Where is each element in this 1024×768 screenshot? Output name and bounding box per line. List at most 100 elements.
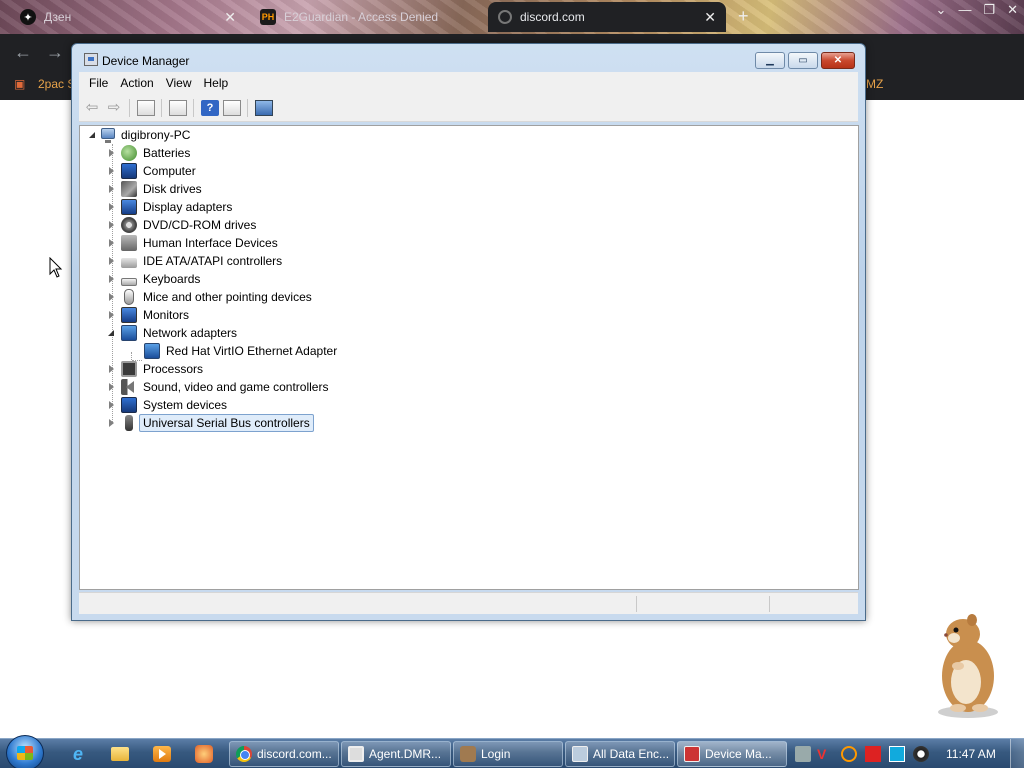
close-icon[interactable]: ✕ xyxy=(1007,2,1018,18)
device-tree-pane[interactable]: digibrony-PC Batteries Computer Disk dri… xyxy=(79,125,859,590)
taskbar-clock[interactable]: 11:47 AM xyxy=(946,747,996,761)
tree-node-monitors[interactable]: Monitors xyxy=(106,306,189,324)
collapsed-arrow-icon[interactable] xyxy=(109,167,114,175)
tree-node-dvd-drives[interactable]: DVD/CD-ROM drives xyxy=(106,216,256,234)
tree-node-label: Batteries xyxy=(143,146,191,160)
monitor-icon xyxy=(121,307,137,323)
display-tray-icon[interactable] xyxy=(889,746,905,762)
new-tab-icon[interactable]: + xyxy=(738,6,749,27)
tree-node-hid[interactable]: Human Interface Devices xyxy=(106,234,278,252)
tree-node-label: Network adapters xyxy=(143,326,238,340)
collapsed-arrow-icon[interactable] xyxy=(109,401,114,409)
tree-node-keyboards[interactable]: Keyboards xyxy=(106,270,200,288)
close-tab-icon[interactable]: ✕ xyxy=(224,9,236,26)
maximize-button[interactable]: ▭ xyxy=(788,52,818,69)
tree-node-system-devices[interactable]: System devices xyxy=(106,396,227,414)
help-icon[interactable]: ? xyxy=(201,100,219,116)
collapsed-arrow-icon[interactable] xyxy=(109,221,114,229)
collapsed-arrow-icon[interactable] xyxy=(109,257,114,265)
antivirus-tray-icon[interactable]: V xyxy=(817,746,833,762)
browser-tab-e2guardian[interactable]: PH E2Guardian - Access Denied xyxy=(250,2,486,32)
task-agent-dmr[interactable]: Agent.DMR... xyxy=(341,741,451,767)
show-hide-console-tree-icon[interactable] xyxy=(137,100,155,116)
tree-node-disk-drives[interactable]: Disk drives xyxy=(106,180,202,198)
pinned-explorer[interactable] xyxy=(108,743,132,765)
forward-arrow-icon[interactable]: → xyxy=(46,42,64,63)
task-login[interactable]: Login xyxy=(453,741,563,767)
tree-root[interactable]: digibrony-PC xyxy=(88,126,190,144)
volume-tray-icon[interactable] xyxy=(913,746,929,762)
collapsed-arrow-icon[interactable] xyxy=(109,275,114,283)
collapsed-arrow-icon[interactable] xyxy=(109,365,114,373)
network-tray-icon[interactable] xyxy=(795,746,811,762)
device-manager-window: Device Manager ▁ ▭ ✕ File Action View He… xyxy=(71,43,866,621)
bookmark-mz[interactable]: MZ xyxy=(866,77,883,91)
start-button[interactable] xyxy=(6,735,44,768)
computer-icon xyxy=(121,163,137,179)
pinned-media[interactable] xyxy=(150,743,174,765)
toolbar-separator xyxy=(247,99,248,117)
collapsed-arrow-icon[interactable] xyxy=(109,293,114,301)
tree-node-batteries[interactable]: Batteries xyxy=(106,144,190,162)
tree-node-mice[interactable]: Mice and other pointing devices xyxy=(106,288,312,306)
properties-icon[interactable] xyxy=(169,100,187,116)
system-device-icon xyxy=(121,397,137,413)
menu-view[interactable]: View xyxy=(160,76,198,90)
battery-icon xyxy=(121,145,137,161)
back-arrow-icon[interactable]: ← xyxy=(14,42,32,63)
browser-tab-discord[interactable]: discord.com ✕ xyxy=(488,2,726,32)
expanded-arrow-icon[interactable] xyxy=(108,330,114,336)
minimize-button[interactable]: ▁ xyxy=(755,52,785,69)
collapsed-arrow-icon[interactable] xyxy=(109,203,114,211)
collapsed-arrow-icon[interactable] xyxy=(109,185,114,193)
collapsed-arrow-icon[interactable] xyxy=(109,149,114,157)
chrome-icon xyxy=(236,746,252,762)
task-label: Agent.DMR... xyxy=(369,747,442,761)
menu-help[interactable]: Help xyxy=(198,76,235,90)
browser-tab-dzen[interactable]: ✦ Дзен ✕ xyxy=(10,2,246,32)
forward-icon[interactable]: ⇨ xyxy=(105,100,123,116)
restore-icon[interactable]: ❐ xyxy=(983,2,995,18)
task-all-data[interactable]: All Data Enc... xyxy=(565,741,675,767)
hamster-desktop-pet[interactable] xyxy=(918,610,1014,722)
collapsed-arrow-icon[interactable] xyxy=(109,239,114,247)
expanded-arrow-icon[interactable] xyxy=(89,132,95,138)
flag-tray-icon[interactable] xyxy=(865,746,881,762)
tree-node-usb-controllers[interactable]: Universal Serial Bus controllers xyxy=(106,414,314,432)
back-icon[interactable]: ⇦ xyxy=(83,100,101,116)
collapsed-arrow-icon[interactable] xyxy=(109,383,114,391)
bookmark-2pac[interactable]: 2pac S xyxy=(38,77,75,91)
task-device-manager[interactable]: Device Ma... xyxy=(677,741,787,767)
tree-leaf-virtio-adapter[interactable]: Red Hat VirtIO Ethernet Adapter xyxy=(144,342,337,360)
task-discord-chrome[interactable]: discord.com... xyxy=(229,741,339,767)
mouse-icon xyxy=(124,289,134,305)
action-pane-icon[interactable] xyxy=(223,100,241,116)
windows-logo-icon xyxy=(17,746,33,760)
tree-node-ide-controllers[interactable]: IDE ATA/ATAPI controllers xyxy=(106,252,282,270)
collapsed-arrow-icon[interactable] xyxy=(109,419,114,427)
chevron-down-icon[interactable]: ⌄ xyxy=(936,2,947,18)
minimize-icon[interactable]: — xyxy=(958,2,971,18)
menu-file[interactable]: File xyxy=(83,76,114,90)
close-button[interactable]: ✕ xyxy=(821,52,855,69)
title-bar[interactable]: Device Manager ▁ ▭ ✕ xyxy=(72,44,865,74)
tree-node-sound-controllers[interactable]: Sound, video and game controllers xyxy=(106,378,328,396)
disk-drive-icon xyxy=(121,181,137,197)
pinned-app[interactable] xyxy=(192,743,216,765)
tree-node-label: System devices xyxy=(143,398,228,412)
scan-hardware-icon[interactable] xyxy=(255,100,273,116)
status-divider xyxy=(769,596,770,612)
collapsed-arrow-icon[interactable] xyxy=(109,311,114,319)
menu-action[interactable]: Action xyxy=(114,76,159,90)
pinned-ie[interactable]: e xyxy=(66,743,90,765)
tree-node-label: IDE ATA/ATAPI controllers xyxy=(143,254,283,268)
tree-node-label: DVD/CD-ROM drives xyxy=(143,218,257,232)
window-buttons: ▁ ▭ ✕ xyxy=(755,52,855,69)
close-tab-icon[interactable]: ✕ xyxy=(704,9,716,26)
show-desktop-button[interactable] xyxy=(1010,739,1024,768)
search-tray-icon[interactable] xyxy=(841,746,857,762)
tree-node-display-adapters[interactable]: Display adapters xyxy=(106,198,232,216)
tree-node-processors[interactable]: Processors xyxy=(106,360,203,378)
tree-node-network-adapters[interactable]: Network adapters xyxy=(106,324,237,342)
tree-node-computer[interactable]: Computer xyxy=(106,162,196,180)
